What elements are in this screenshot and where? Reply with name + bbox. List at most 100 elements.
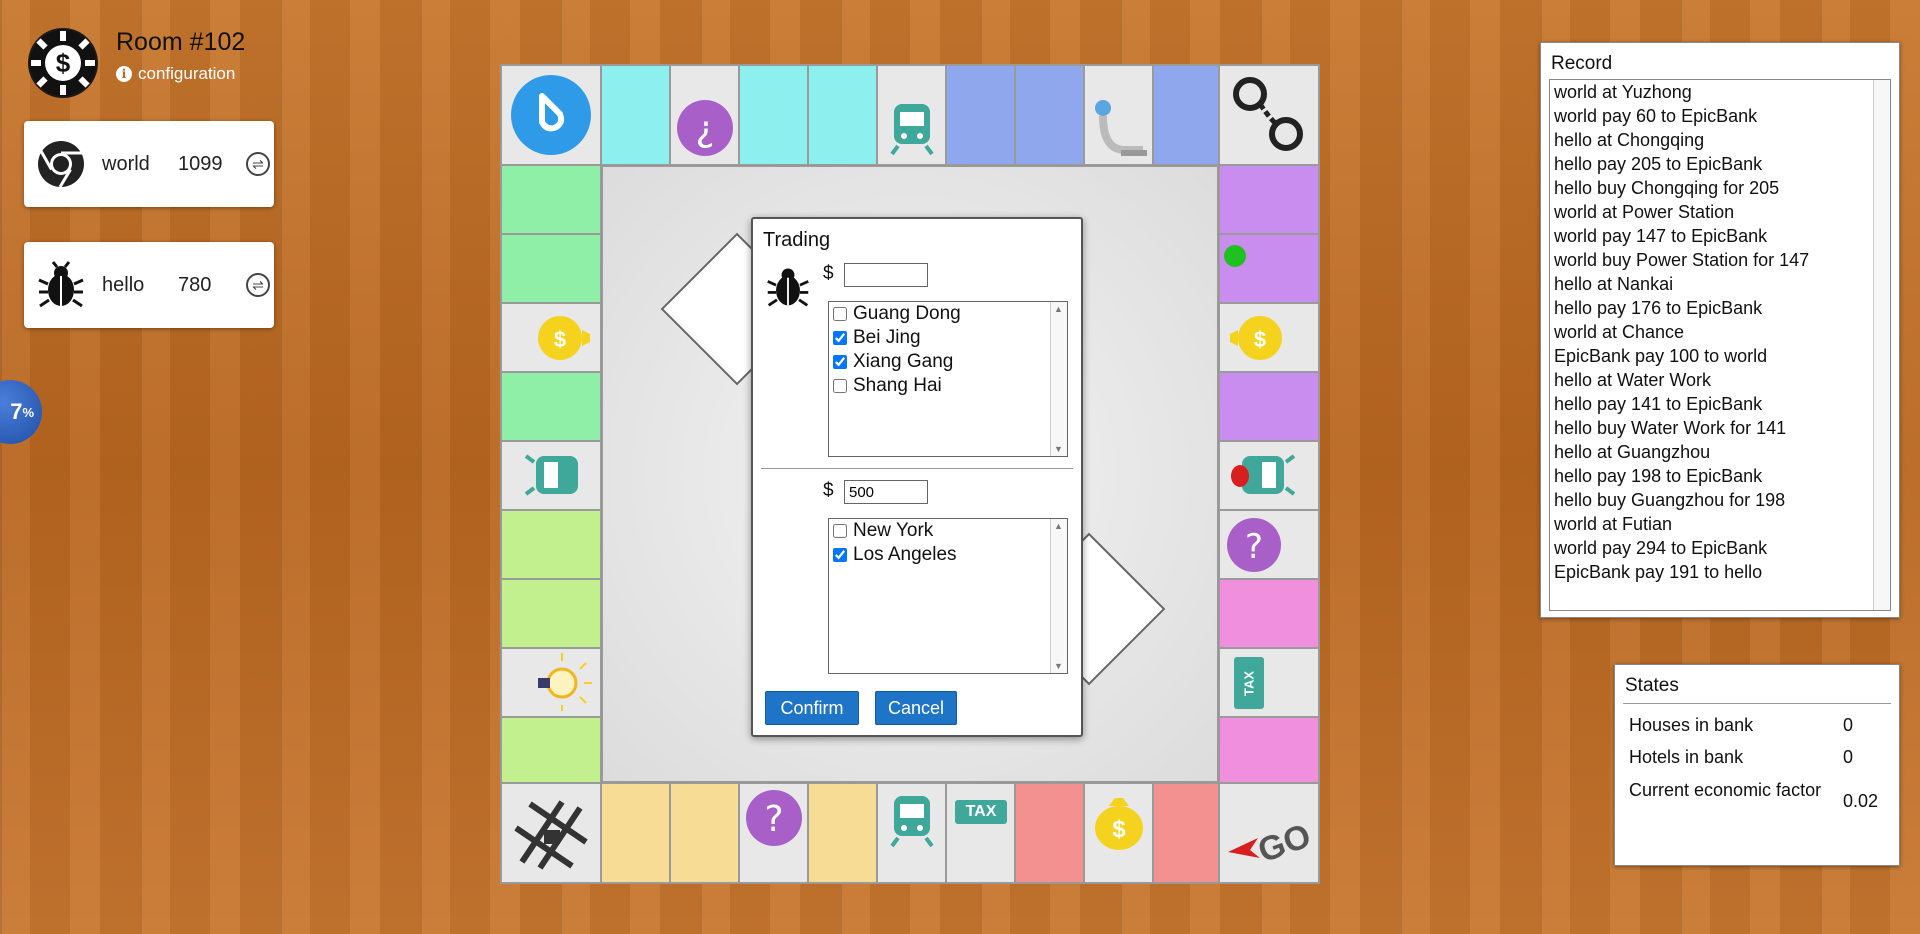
- property-cell[interactable]: [739, 65, 808, 165]
- property-cell[interactable]: [670, 783, 739, 883]
- confirm-button[interactable]: Confirm: [765, 691, 859, 725]
- corner-start-cell[interactable]: [501, 65, 601, 165]
- state-value: 0.02: [1843, 791, 1879, 811]
- property-option[interactable]: Guang Dong: [829, 302, 1067, 326]
- my-property-list[interactable]: Guang Dong Bei Jing Xiang Gang Shang Hai…: [828, 301, 1068, 457]
- railroad-cell[interactable]: [877, 783, 946, 883]
- property-cell[interactable]: [1015, 65, 1084, 165]
- trade-icon[interactable]: ⇌: [246, 152, 270, 176]
- chest-cell[interactable]: $: [501, 303, 601, 372]
- railroad-cell[interactable]: [1219, 441, 1319, 510]
- cancel-button[interactable]: Cancel: [875, 691, 957, 725]
- property-cell[interactable]: [501, 579, 601, 648]
- player-card-hello[interactable]: hello 780 ⇌: [24, 242, 274, 328]
- railroad-cell[interactable]: [877, 65, 946, 165]
- property-cell[interactable]: [1153, 65, 1219, 165]
- property-option[interactable]: Xiang Gang: [829, 350, 1067, 374]
- property-name: Guang Dong: [853, 303, 961, 324]
- property-checkbox[interactable]: [833, 307, 847, 321]
- trade-icon[interactable]: ⇌: [246, 273, 270, 297]
- question-icon: ¿: [677, 100, 733, 156]
- go-label: GO: [1253, 817, 1316, 871]
- property-option[interactable]: New York: [829, 519, 1067, 543]
- chance-cell[interactable]: ?: [1219, 510, 1319, 579]
- record-line: world pay 60 to EpicBank: [1554, 106, 1758, 126]
- chance-cell[interactable]: ?: [739, 783, 808, 883]
- money-bag-icon: $: [1230, 316, 1282, 360]
- property-cell[interactable]: [501, 234, 601, 303]
- states-title: States: [1625, 675, 1679, 696]
- property-cell[interactable]: [808, 783, 877, 883]
- tax-cell[interactable]: TAX: [946, 783, 1015, 883]
- record-line: hello pay 141 to EpicBank: [1554, 394, 1763, 414]
- property-cell[interactable]: [601, 65, 670, 165]
- chrome-icon: [36, 139, 86, 189]
- light-bulb-icon: [538, 653, 592, 711]
- property-option[interactable]: Shang Hai: [829, 374, 1067, 398]
- property-cell[interactable]: [1153, 783, 1219, 883]
- property-name: New York: [853, 520, 934, 541]
- utility-cell[interactable]: [501, 648, 601, 717]
- property-checkbox[interactable]: [833, 355, 847, 369]
- property-checkbox[interactable]: [833, 548, 847, 562]
- record-line: world at Power Station: [1554, 202, 1735, 222]
- property-cell[interactable]: [1219, 717, 1319, 783]
- property-cell[interactable]: [1219, 372, 1319, 441]
- property-cell[interactable]: [1219, 579, 1319, 648]
- train-icon: [890, 796, 934, 848]
- configuration-label: configuration: [138, 64, 236, 83]
- state-label: Current economic factor: [1629, 780, 1822, 800]
- train-icon: [1231, 454, 1296, 496]
- property-cell[interactable]: [501, 372, 601, 441]
- player-name: hello: [102, 273, 145, 296]
- property-cell[interactable]: [501, 717, 601, 783]
- svg-text:?: ?: [764, 799, 783, 840]
- property-cell[interactable]: [1219, 165, 1319, 234]
- property-option[interactable]: Bei Jing: [829, 326, 1067, 350]
- property-cell[interactable]: [808, 65, 877, 165]
- corner-prison-cell[interactable]: [501, 783, 601, 883]
- player-money: 1099: [178, 152, 223, 175]
- scrollbar[interactable]: ▲ ▼: [1050, 519, 1067, 673]
- property-cell[interactable]: [601, 783, 670, 883]
- currency-symbol: $: [823, 480, 834, 501]
- svg-text:$: $: [1254, 327, 1266, 352]
- record-line: hello pay 176 to EpicBank: [1554, 298, 1763, 318]
- property-cell[interactable]: [501, 510, 601, 579]
- record-line: hello at Chongqing: [1554, 130, 1705, 150]
- their-property-list[interactable]: New York Los Angeles ▲ ▼: [828, 518, 1068, 674]
- tax-cell[interactable]: TAX: [1219, 648, 1319, 717]
- utility-cell[interactable]: [1084, 65, 1153, 165]
- railroad-cell[interactable]: [501, 441, 601, 510]
- tax-label: TAX: [1234, 657, 1264, 709]
- property-name: Los Angeles: [853, 544, 957, 565]
- scrollbar[interactable]: ▲ ▼: [1050, 302, 1067, 456]
- chest-cell[interactable]: $: [1219, 303, 1319, 372]
- chest-cell[interactable]: $: [1084, 783, 1153, 883]
- player-name: world: [102, 152, 150, 175]
- corner-jail-cell[interactable]: [1219, 65, 1319, 165]
- record-line: world buy Power Station for 147: [1554, 250, 1810, 270]
- property-cell[interactable]: [501, 165, 601, 234]
- property-cell[interactable]: [1015, 783, 1084, 883]
- property-checkbox[interactable]: [833, 331, 847, 345]
- property-checkbox[interactable]: [833, 524, 847, 538]
- scrollbar[interactable]: [1873, 80, 1890, 610]
- tax-label: TAX: [955, 800, 1007, 824]
- progress-unit: %: [22, 404, 34, 420]
- record-line: hello buy Water Work for 141: [1554, 418, 1787, 438]
- configuration-link[interactable]: i configuration: [116, 64, 235, 84]
- corner-go-cell[interactable]: GO: [1219, 783, 1319, 883]
- state-value: 0: [1843, 747, 1854, 767]
- my-money-input[interactable]: [844, 263, 928, 287]
- divider: [1623, 703, 1891, 704]
- record-list[interactable]: world at Yuzhong world pay 60 to EpicBank…: [1549, 79, 1891, 611]
- property-cell[interactable]: [1219, 234, 1319, 303]
- property-checkbox[interactable]: [833, 379, 847, 393]
- their-money-input[interactable]: [844, 480, 928, 504]
- player-card-world[interactable]: world 1099 ⇌: [24, 121, 274, 207]
- property-cell[interactable]: [946, 65, 1015, 165]
- property-option[interactable]: Los Angeles: [829, 543, 1067, 567]
- svg-text:¿: ¿: [695, 109, 714, 150]
- chance-cell[interactable]: ¿: [670, 65, 739, 165]
